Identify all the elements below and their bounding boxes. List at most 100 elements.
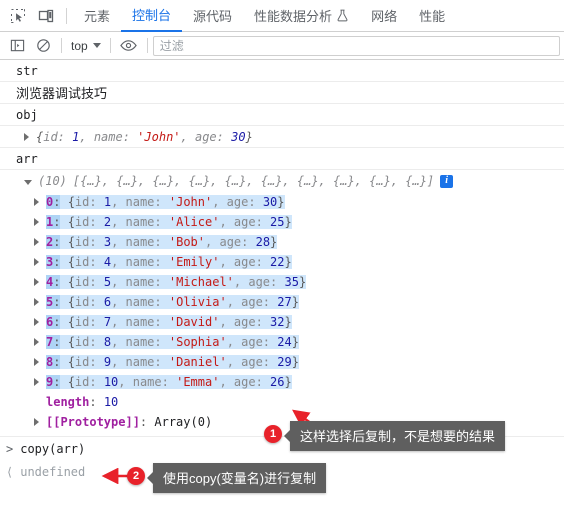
console-row-obj-value[interactable]: {id: 1, name: 'John', age: 30} bbox=[0, 126, 564, 148]
expand-triangle-icon[interactable] bbox=[34, 218, 39, 226]
tab-label: 网络 bbox=[371, 9, 398, 24]
tab-console[interactable]: 控制台 bbox=[121, 0, 183, 32]
console-row-obj-label[interactable]: obj bbox=[0, 104, 564, 126]
expand-triangle-icon[interactable] bbox=[34, 258, 39, 266]
devtools-tab-bar: 元素 控制台 源代码 性能数据分析 网络 性能 bbox=[0, 0, 564, 32]
expand-triangle-icon[interactable] bbox=[34, 238, 39, 246]
array-item-row[interactable]: 4: {id: 5, name: 'Michael', age: 35} bbox=[34, 272, 564, 292]
item-id: 4 bbox=[103, 255, 112, 269]
array-count-label: (10) bbox=[38, 174, 67, 188]
expand-triangle-icon[interactable] bbox=[34, 418, 39, 426]
return-chevron-icon: ⟨ bbox=[6, 464, 14, 479]
array-item-row[interactable]: 1: {id: 2, name: 'Alice', age: 25} bbox=[34, 212, 564, 232]
expand-triangle-icon[interactable] bbox=[24, 132, 29, 141]
console-toolbar: top 过滤 bbox=[0, 32, 564, 60]
expand-triangle-icon[interactable] bbox=[34, 298, 39, 306]
log-text: 浏览器调试技巧 bbox=[16, 86, 108, 101]
item-id: 1 bbox=[103, 195, 112, 209]
return-value: undefined bbox=[20, 464, 86, 479]
expand-triangle-icon[interactable] bbox=[34, 378, 39, 386]
console-row-str-value[interactable]: 浏览器调试技巧 bbox=[0, 82, 564, 104]
item-name: Emily bbox=[176, 255, 213, 269]
sidebar-panel-icon[interactable] bbox=[4, 34, 30, 58]
chevron-down-icon bbox=[92, 43, 101, 48]
expand-triangle-icon[interactable] bbox=[34, 198, 39, 206]
tab-performance-insights[interactable]: 性能数据分析 bbox=[243, 0, 360, 32]
log-text: arr bbox=[16, 151, 38, 166]
item-id: 10 bbox=[103, 375, 119, 389]
execution-context-selector[interactable]: top bbox=[67, 36, 105, 56]
item-age: 27 bbox=[277, 295, 292, 309]
tab-performance[interactable]: 性能 bbox=[408, 0, 456, 32]
object-preview: {id: 1, name: 'John', age: 30} bbox=[36, 129, 253, 144]
device-toolbar-icon[interactable] bbox=[32, 3, 60, 29]
item-age: 32 bbox=[270, 315, 285, 329]
prompt-chevron-icon: > bbox=[6, 441, 14, 456]
console-input-text[interactable]: copy(arr) bbox=[20, 442, 85, 456]
tab-label: 控制台 bbox=[132, 8, 172, 23]
item-id: 2 bbox=[103, 215, 112, 229]
filter-input[interactable]: 过滤 bbox=[152, 35, 560, 56]
item-age: 30 bbox=[262, 195, 278, 209]
item-name: John bbox=[176, 195, 205, 209]
item-name: Olivia bbox=[176, 295, 220, 309]
length-value: 10 bbox=[103, 395, 119, 409]
array-item-row[interactable]: 0: {id: 1, name: 'John', age: 30} bbox=[34, 192, 564, 212]
item-id: 6 bbox=[103, 295, 112, 309]
annotation-callout-2: 使用copy(变量名)进行复制 bbox=[146, 463, 327, 493]
inspect-element-icon[interactable] bbox=[4, 3, 32, 29]
array-item-row[interactable]: 5: {id: 6, name: 'Olivia', age: 27} bbox=[34, 292, 564, 312]
tab-network[interactable]: 网络 bbox=[360, 0, 408, 32]
annotation-badge-2: 2 bbox=[127, 467, 145, 485]
item-name: Michael bbox=[176, 275, 227, 289]
array-item-row[interactable]: 3: {id: 4, name: 'Emily', age: 22} bbox=[34, 252, 564, 272]
length-key: length bbox=[46, 395, 90, 409]
expand-triangle-icon[interactable] bbox=[34, 318, 39, 326]
array-item-row[interactable]: 6: {id: 7, name: 'David', age: 32} bbox=[34, 312, 564, 332]
item-age: 24 bbox=[277, 335, 292, 349]
prototype-key: [[Prototype]] bbox=[46, 415, 140, 429]
console-row-str-label[interactable]: str bbox=[0, 60, 564, 82]
tab-elements[interactable]: 元素 bbox=[73, 0, 121, 32]
item-id: 3 bbox=[103, 235, 112, 249]
tab-sources[interactable]: 源代码 bbox=[182, 0, 243, 32]
log-text: str bbox=[16, 63, 38, 78]
clear-console-icon[interactable] bbox=[30, 34, 56, 58]
item-name: Alice bbox=[176, 215, 213, 229]
execution-context-value: top bbox=[71, 38, 88, 53]
item-age: 26 bbox=[270, 375, 285, 389]
item-age: 35 bbox=[284, 275, 299, 289]
badge-number: 1 bbox=[269, 428, 277, 440]
toolbar-divider bbox=[66, 7, 67, 24]
array-item-row[interactable]: 9: {id: 10, name: 'Emma', age: 26} bbox=[34, 372, 564, 392]
expand-triangle-icon[interactable] bbox=[34, 358, 39, 366]
array-length-row[interactable]: length: 10 bbox=[34, 392, 564, 412]
flask-icon bbox=[336, 9, 349, 22]
expand-triangle-icon[interactable] bbox=[34, 278, 39, 286]
item-id: 5 bbox=[103, 275, 112, 289]
collapse-triangle-icon[interactable] bbox=[24, 179, 32, 185]
annotation-callout-1: 这样选择后复制，不是想要的结果 bbox=[283, 421, 506, 451]
info-icon[interactable]: i bbox=[440, 174, 454, 188]
array-item-row[interactable]: 7: {id: 8, name: 'Sophia', age: 24} bbox=[34, 332, 564, 352]
item-name: David bbox=[176, 315, 213, 329]
console-toolbar-divider-2 bbox=[109, 38, 111, 53]
array-item-row[interactable]: 8: {id: 9, name: 'Daniel', age: 29} bbox=[34, 352, 564, 372]
console-toolbar-divider-3 bbox=[146, 38, 148, 53]
array-item-row[interactable]: 2: {id: 3, name: 'Bob', age: 28} bbox=[34, 232, 564, 252]
console-row-arr-value[interactable]: (10) [{…}, {…}, {…}, {…}, {…}, {…}, {…},… bbox=[0, 170, 564, 192]
console-messages: str 浏览器调试技巧 obj {id: 1, name: 'John', ag… bbox=[0, 60, 564, 483]
panel-tabs: 元素 控制台 源代码 性能数据分析 网络 性能 bbox=[73, 0, 456, 32]
callout-text: 使用copy(变量名)进行复制 bbox=[163, 471, 317, 486]
item-id: 9 bbox=[103, 355, 112, 369]
item-age: 28 bbox=[255, 235, 271, 249]
prototype-value: Array(0) bbox=[154, 415, 213, 429]
badge-number: 2 bbox=[132, 470, 140, 482]
console-row-arr-label[interactable]: arr bbox=[0, 148, 564, 170]
item-name: Bob bbox=[176, 235, 198, 249]
item-age: 22 bbox=[270, 255, 285, 269]
annotation-badge-1: 1 bbox=[264, 425, 282, 443]
eye-icon[interactable] bbox=[116, 34, 142, 58]
expand-triangle-icon[interactable] bbox=[34, 338, 39, 346]
item-id: 8 bbox=[103, 335, 112, 349]
